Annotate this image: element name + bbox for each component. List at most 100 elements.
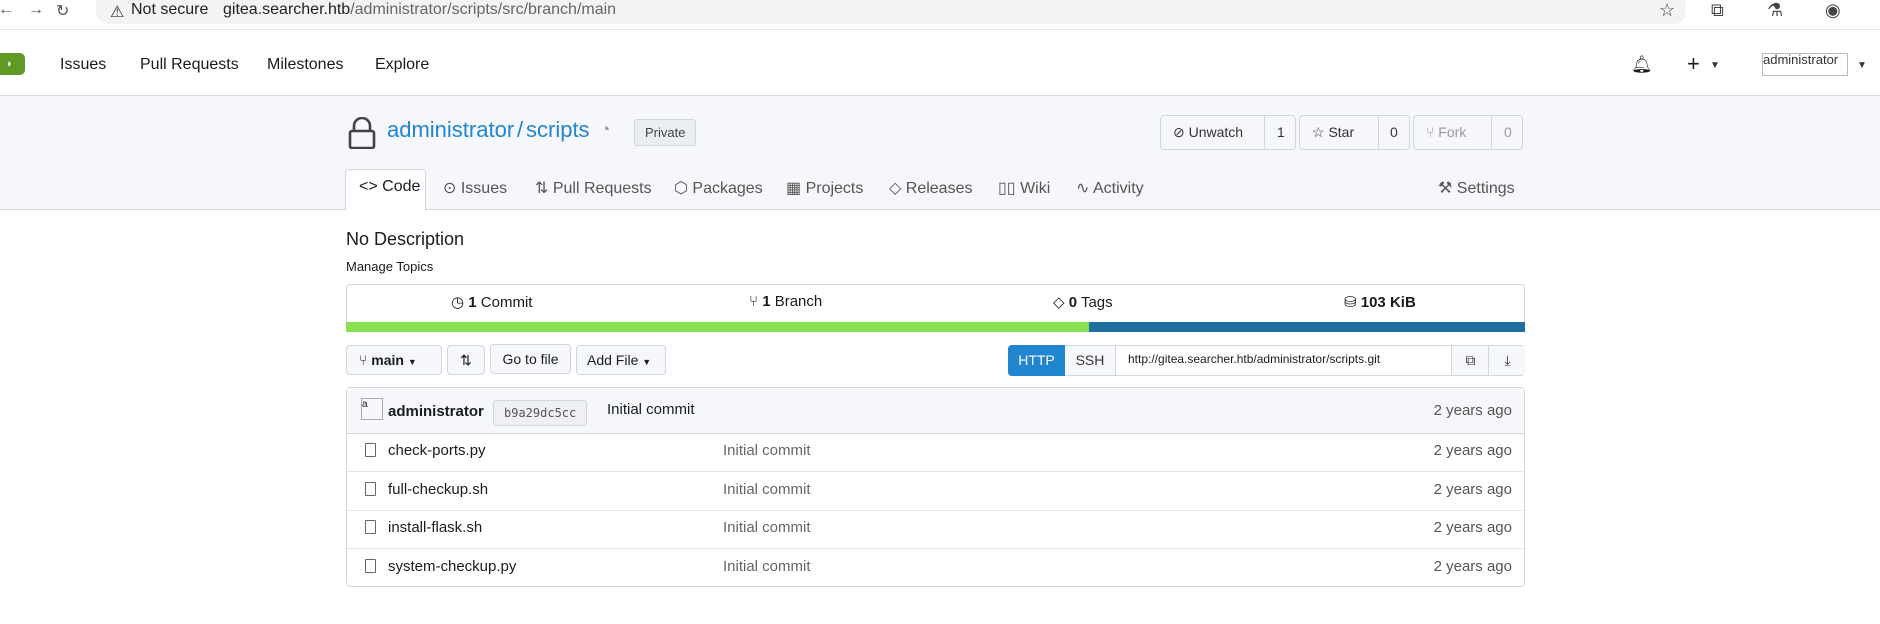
tags-stat[interactable]: ◇ 0 Tags — [1053, 293, 1113, 311]
commit-message[interactable]: Initial commit — [607, 401, 695, 418]
branches-stat[interactable]: ⑂ 1 Branch — [749, 293, 822, 310]
latest-commit-row: a administrator b9a29dc5cc Initial commi… — [347, 388, 1524, 434]
file-name-link[interactable]: check-ports.py — [388, 442, 486, 459]
file-icon — [365, 482, 376, 496]
unwatch-button[interactable]: ⊘ Unwatch — [1173, 124, 1243, 141]
compare-icon: ⇅ — [460, 352, 472, 368]
chevron-down-icon: ▼ — [407, 357, 417, 367]
tab-issues[interactable]: ⊙ Issues — [443, 178, 507, 198]
file-name-link[interactable]: full-checkup.sh — [388, 481, 488, 498]
file-icon — [365, 520, 376, 534]
file-table: a administrator b9a29dc5cc Initial commi… — [346, 387, 1525, 587]
file-commit-message[interactable]: Initial commit — [723, 481, 811, 498]
chevron-down-icon[interactable]: ▼ — [1710, 60, 1720, 71]
http-clone-button[interactable]: HTTP — [1008, 345, 1065, 376]
pull-request-icon: ⇅ — [535, 180, 549, 197]
nav-milestones[interactable]: Milestones — [267, 56, 343, 74]
repo-owner-link[interactable]: administrator — [387, 117, 514, 143]
commit-time: 2 years ago — [1433, 402, 1512, 419]
file-name-link[interactable]: system-checkup.py — [388, 558, 516, 575]
star-icon[interactable]: ☆ — [1659, 0, 1675, 21]
file-commit-message[interactable]: Initial commit — [723, 519, 811, 536]
file-commit-message[interactable]: Initial commit — [723, 442, 811, 459]
forward-arrow-icon[interactable]: → — [28, 1, 44, 19]
tab-wiki[interactable]: ▯▯ Wiki — [998, 178, 1050, 198]
language-bar-segment-shell[interactable] — [1089, 322, 1525, 332]
tab-pull-requests[interactable]: ⇅ Pull Requests — [535, 178, 652, 198]
language-bar-segment-python[interactable] — [346, 322, 1089, 332]
commits-stat[interactable]: ◷ 1 Commit — [451, 293, 532, 311]
table-row: system-checkup.py Initial commit 2 years… — [347, 549, 1524, 587]
star-button[interactable]: ☆ Star — [1312, 124, 1354, 141]
commit-author[interactable]: administrator — [388, 403, 484, 420]
user-avatar[interactable]: administrator — [1762, 53, 1848, 76]
language-bar[interactable] — [346, 322, 1525, 332]
size-stat: ⛁ 103 KiB — [1344, 294, 1416, 311]
book-icon: ▯▯ — [998, 180, 1016, 197]
add-file-button[interactable]: Add File ▼ — [576, 345, 666, 375]
notification-bell-icon[interactable]: 🔔︎ — [1631, 55, 1653, 75]
file-commit-time: 2 years ago — [1433, 481, 1512, 498]
code-icon: <> — [359, 178, 378, 195]
tools-icon: ⚒ — [1438, 180, 1453, 197]
go-to-file-button[interactable]: Go to file — [490, 344, 571, 374]
database-icon: ⛁ — [1344, 294, 1357, 311]
copy-icon[interactable]: ⧉ — [1451, 346, 1489, 375]
branch-icon: ⑂ — [359, 352, 368, 368]
branch-selector[interactable]: ⑂ main ▼ — [346, 345, 442, 375]
extensions-icon[interactable]: ⧉ — [1711, 0, 1724, 21]
file-commit-time: 2 years ago — [1433, 442, 1512, 459]
tab-packages[interactable]: ⬡ Packages — [674, 178, 763, 198]
compare-button[interactable]: ⇅ — [447, 345, 485, 375]
star-count[interactable]: 0 — [1390, 124, 1398, 140]
rss-icon[interactable]: ◔ — [601, 121, 610, 138]
url-text[interactable]: gitea.searcher.htb/administrator/scripts… — [223, 1, 616, 19]
eye-slash-icon: ⊘ — [1173, 124, 1185, 140]
download-icon[interactable]: ⤓ — [1488, 346, 1526, 375]
tab-activity[interactable]: ∿ Activity — [1076, 178, 1144, 198]
file-icon — [365, 443, 376, 457]
security-label[interactable]: Not secure — [131, 1, 208, 19]
fork-button-group: ⑂ Fork 0 — [1413, 115, 1523, 150]
labs-icon[interactable]: ⚗ — [1767, 0, 1783, 21]
reload-icon[interactable]: ↻ — [56, 1, 69, 21]
branch-icon: ⑂ — [749, 293, 759, 310]
top-navigation: ◗ Issues Pull Requests Milestones Explor… — [0, 31, 1880, 96]
file-commit-time: 2 years ago — [1433, 558, 1512, 575]
chevron-down-icon[interactable]: ▼ — [1857, 60, 1867, 71]
repo-name-link[interactable]: scripts — [526, 117, 590, 143]
tab-projects[interactable]: ▦ Projects — [786, 178, 863, 198]
create-plus-icon[interactable]: + — [1687, 51, 1700, 77]
back-arrow-icon[interactable]: ← — [0, 1, 14, 19]
table-row: full-checkup.sh Initial commit 2 years a… — [347, 472, 1524, 511]
star-button-group: ☆ Star 0 — [1299, 115, 1410, 150]
watch-count[interactable]: 1 — [1277, 124, 1285, 140]
issue-icon: ⊙ — [443, 180, 457, 197]
fork-count[interactable]: 0 — [1504, 124, 1512, 140]
profile-icon[interactable]: ◉ — [1825, 0, 1841, 21]
history-icon: ◷ — [451, 294, 465, 311]
tab-settings[interactable]: ⚒ Settings — [1438, 178, 1515, 198]
ssh-clone-button[interactable]: SSH — [1065, 346, 1116, 375]
star-icon: ☆ — [1312, 124, 1325, 140]
commit-sha[interactable]: b9a29dc5cc — [493, 400, 588, 426]
warning-icon[interactable]: ⚠ — [110, 2, 124, 22]
file-name-link[interactable]: install-flask.sh — [388, 519, 482, 536]
table-row: check-ports.py Initial commit 2 years ag… — [347, 433, 1524, 472]
clone-url-input[interactable]: http://gitea.searcher.htb/administrator/… — [1128, 352, 1380, 366]
table-row: install-flask.sh Initial commit 2 years … — [347, 510, 1524, 549]
commit-author-avatar[interactable]: a — [361, 398, 383, 420]
file-icon — [365, 559, 376, 573]
nav-pull-requests[interactable]: Pull Requests — [140, 56, 239, 74]
nav-issues[interactable]: Issues — [60, 56, 106, 74]
tab-releases[interactable]: ◇ Releases — [889, 178, 972, 198]
file-commit-message[interactable]: Initial commit — [723, 558, 811, 575]
fork-button[interactable]: ⑂ Fork — [1426, 124, 1466, 140]
nav-explore[interactable]: Explore — [375, 56, 429, 74]
private-badge: Private — [634, 119, 697, 146]
browser-toolbar: ← → ↻ ⚠ Not secure gitea.searcher.htb/ad… — [0, 0, 1880, 30]
gitea-logo[interactable]: ◗ — [0, 53, 25, 75]
tab-code[interactable]: <> Code — [359, 178, 420, 196]
tag-icon: ◇ — [889, 180, 902, 197]
manage-topics-link[interactable]: Manage Topics — [346, 259, 433, 274]
